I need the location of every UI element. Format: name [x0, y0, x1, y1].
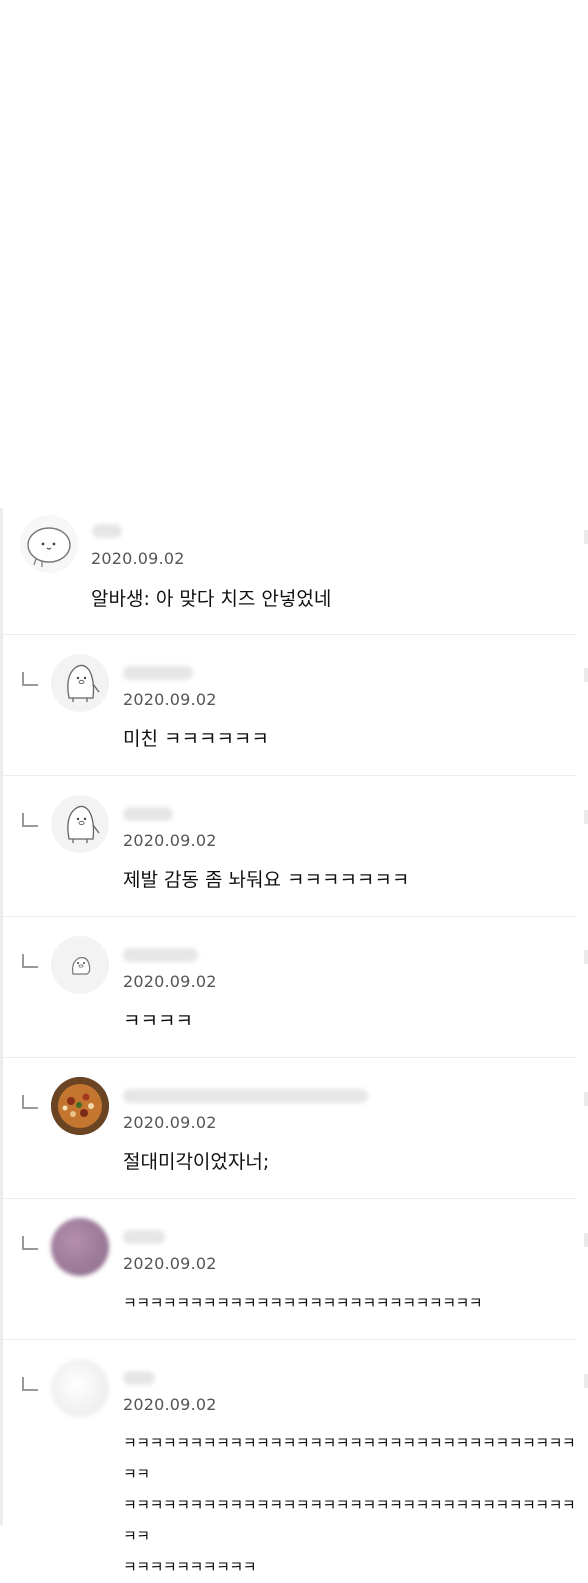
right-edge-marker	[584, 1233, 588, 1247]
comment-date: 2020.09.02	[123, 831, 217, 850]
penguin-avatar[interactable]	[51, 795, 109, 853]
comment-text: ㅋㅋㅋㅋ	[123, 1010, 193, 1032]
right-edge-marker	[584, 668, 588, 682]
reply-item: 2020.09.02 절대미각이었자너;	[0, 1057, 576, 1199]
comment-date: 2020.09.02	[123, 972, 217, 991]
right-edge-marker	[584, 530, 588, 544]
comment-text: 제발 감동 좀 놔둬요 ㅋㅋㅋㅋㅋㅋㅋ	[123, 869, 410, 891]
reply-item: 2020.09.02 제발 감동 좀 놔둬요 ㅋㅋㅋㅋㅋㅋㅋ	[0, 775, 576, 917]
penguin-avatar[interactable]	[51, 654, 109, 712]
comment-date: 2020.09.02	[123, 1254, 217, 1273]
nickname-blurred	[123, 1371, 155, 1385]
blank-area	[0, 0, 588, 508]
blurred-photo-avatar[interactable]	[51, 1359, 109, 1417]
nickname-blurred	[123, 1230, 165, 1244]
reply-arrow-icon	[22, 1095, 38, 1109]
comment-text: ㅋㅋㅋㅋㅋㅋㅋㅋㅋㅋㅋㅋㅋㅋㅋㅋㅋㅋㅋㅋㅋㅋㅋㅋㅋㅋㅋ	[123, 1294, 483, 1312]
comment-date: 2020.09.02	[123, 1395, 217, 1414]
comment-item: 2020.09.02 알바생: 아 맞다 치즈 안넣었네	[0, 508, 576, 635]
comment-date: 2020.09.02	[91, 549, 185, 568]
reply-arrow-icon	[22, 954, 38, 968]
reply-arrow-icon	[22, 813, 38, 827]
right-edge-marker	[584, 950, 588, 964]
reply-arrow-icon	[22, 1377, 38, 1391]
blurred-photo-avatar[interactable]	[51, 1218, 109, 1276]
comment-date: 2020.09.02	[123, 690, 217, 709]
pizza-photo-avatar[interactable]	[51, 1077, 109, 1135]
nickname-blurred	[123, 666, 193, 680]
right-edge-marker	[584, 1092, 588, 1106]
reply-item: 2020.09.02 ㅋㅋㅋㅋ	[0, 916, 576, 1058]
nickname-blurred	[123, 948, 198, 962]
nickname-blurred	[123, 1089, 368, 1103]
nickname-blurred	[123, 807, 173, 821]
reply-item: 2020.09.02 ㅋㅋㅋㅋㅋㅋㅋㅋㅋㅋㅋㅋㅋㅋㅋㅋㅋㅋㅋㅋㅋㅋㅋㅋㅋㅋㅋㅋㅋ…	[0, 1339, 576, 1576]
reply-item: 2020.09.02 미친 ㅋㅋㅋㅋㅋㅋ	[0, 634, 576, 776]
comment-date: 2020.09.02	[123, 1113, 217, 1132]
reply-item: 2020.09.02 ㅋㅋㅋㅋㅋㅋㅋㅋㅋㅋㅋㅋㅋㅋㅋㅋㅋㅋㅋㅋㅋㅋㅋㅋㅋㅋㅋ	[0, 1198, 576, 1340]
nickname-blurred	[92, 524, 122, 538]
comment-text: 미친 ㅋㅋㅋㅋㅋㅋ	[123, 728, 269, 750]
penguin-small-avatar[interactable]	[51, 936, 109, 994]
comment-text: 절대미각이었자너;	[123, 1151, 270, 1173]
right-edge-marker	[584, 1374, 588, 1388]
sketch-face-avatar[interactable]	[20, 515, 78, 573]
comment-text: ㅋㅋㅋㅋㅋㅋㅋㅋㅋㅋㅋㅋㅋㅋㅋㅋㅋㅋㅋㅋㅋㅋㅋㅋㅋㅋㅋㅋㅋㅋㅋㅋㅋㅋㅋㅋ ㅋㅋㅋ…	[123, 1434, 576, 1576]
reply-arrow-icon	[22, 1236, 38, 1250]
right-edge-marker	[584, 810, 588, 824]
comment-text: 알바생: 아 맞다 치즈 안넣었네	[91, 588, 332, 610]
reply-arrow-icon	[22, 672, 38, 686]
